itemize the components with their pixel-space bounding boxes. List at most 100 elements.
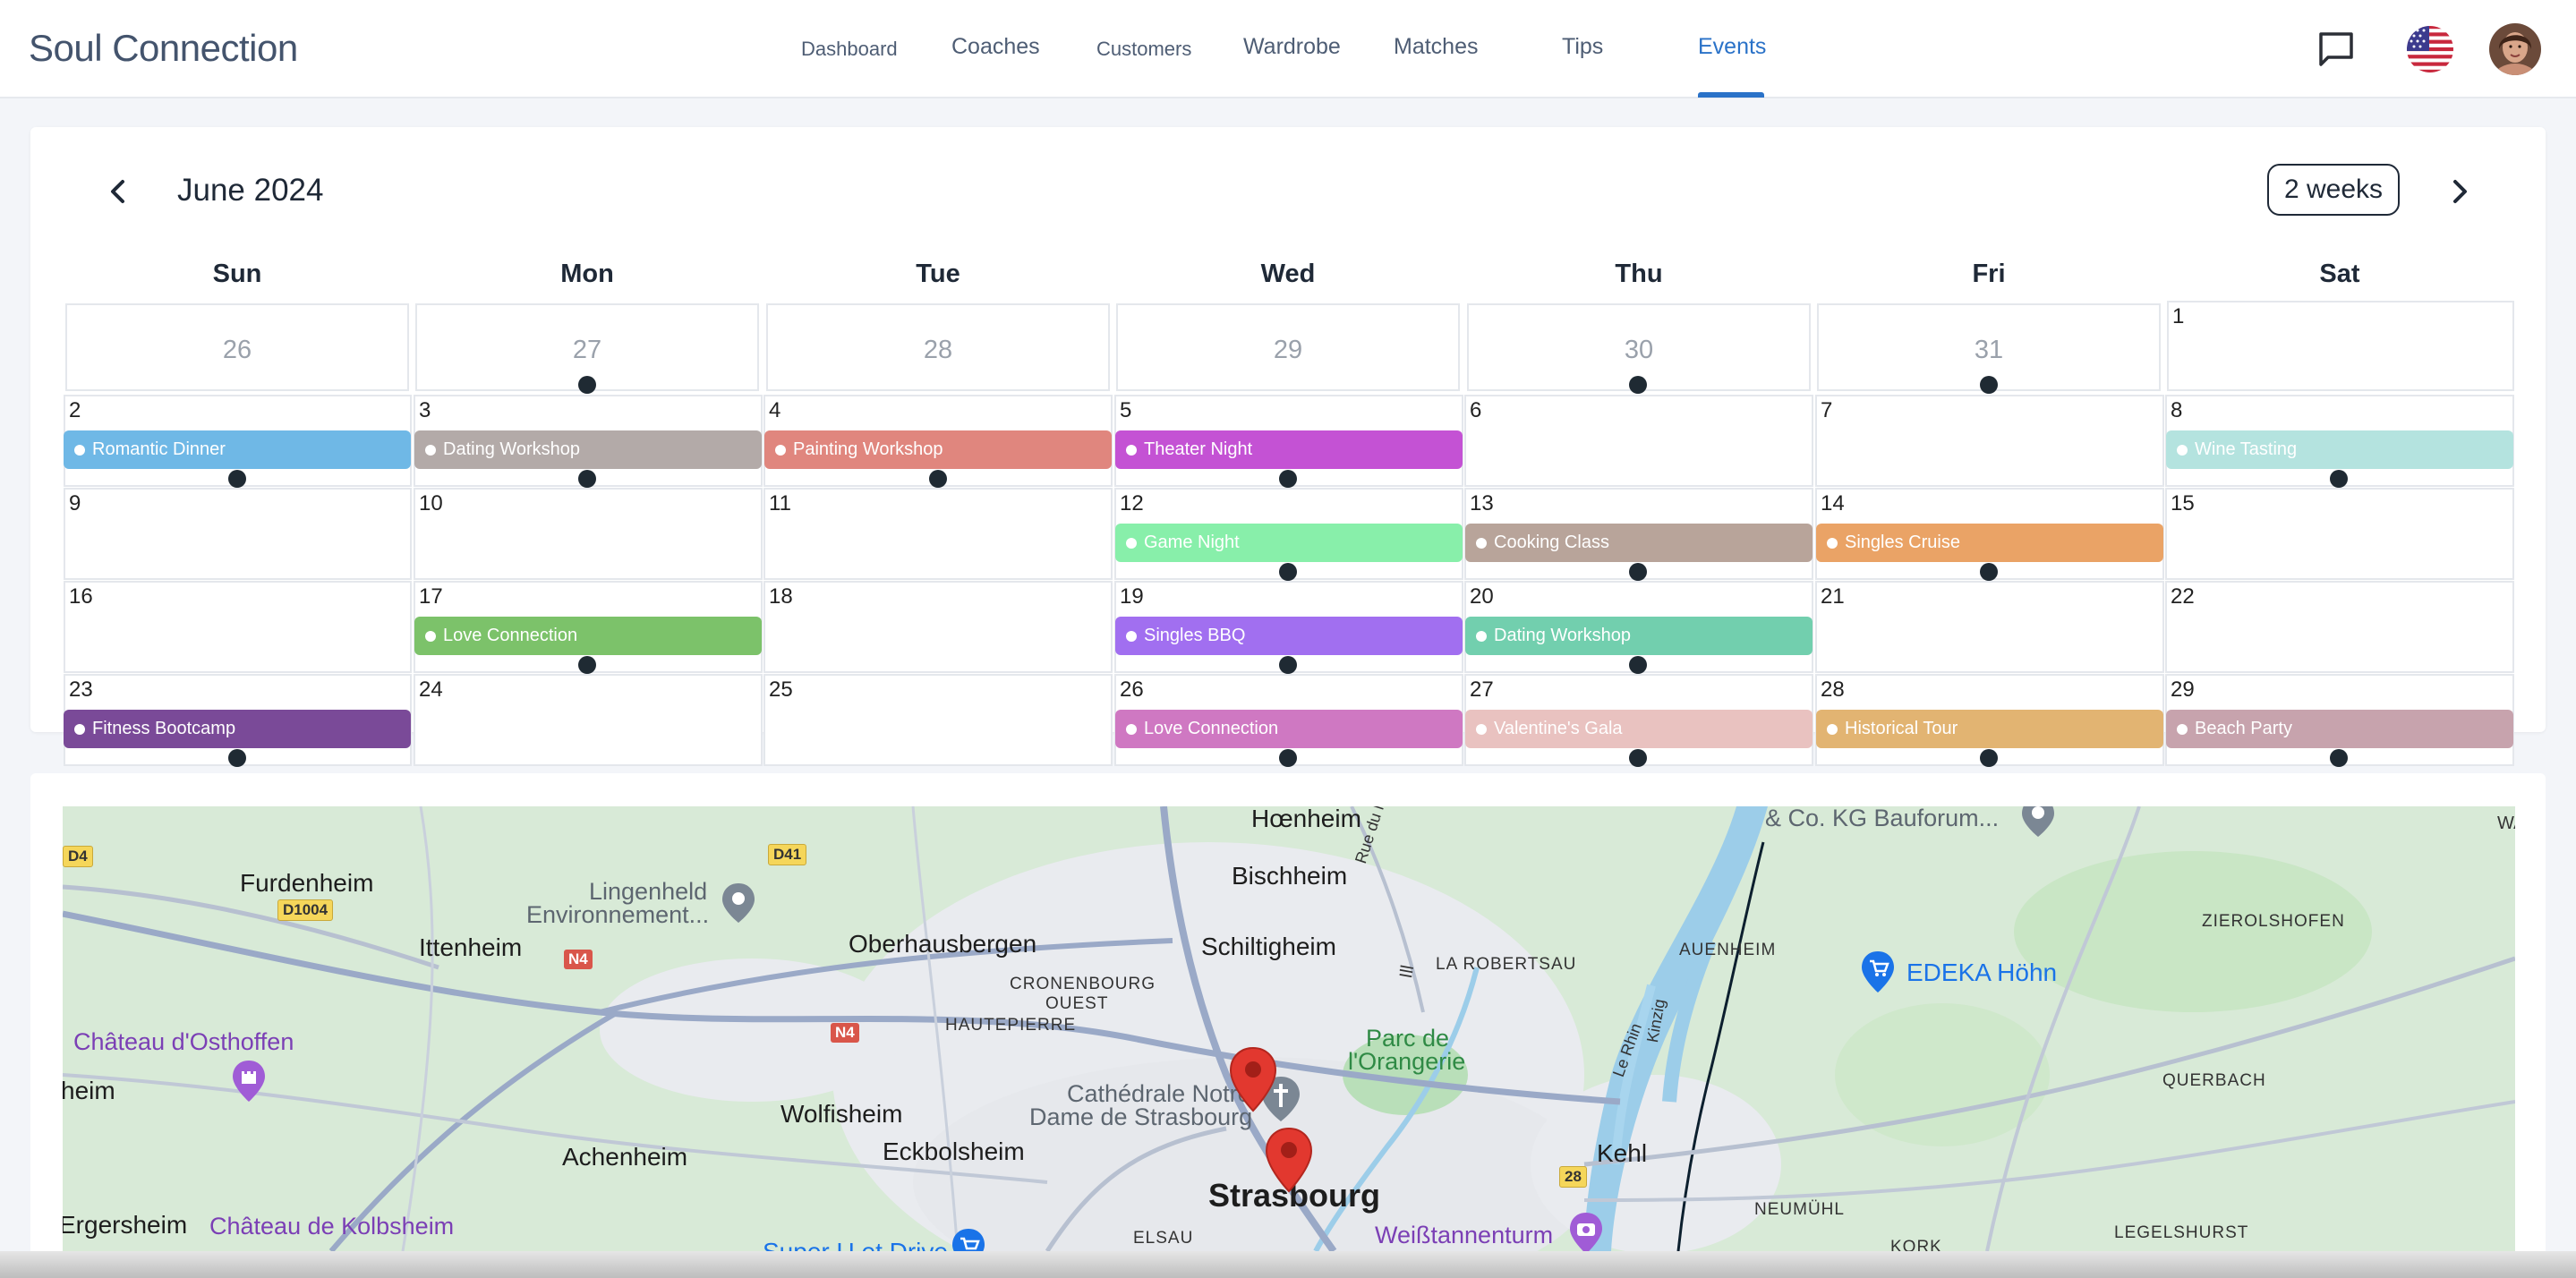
event-pill[interactable]: Valentine's Gala (1465, 710, 1813, 748)
day-number: 4 (769, 398, 781, 422)
event-pill[interactable]: Love Connection (1115, 710, 1463, 748)
event-pill[interactable]: Dating Workshop (414, 430, 762, 469)
day-number: 1 (2172, 304, 2185, 328)
event-pill[interactable]: Singles Cruise (1816, 524, 2163, 562)
event-pill[interactable]: Love Connection (414, 617, 762, 655)
event-pill[interactable]: Theater Night (1115, 430, 1463, 469)
event-indicator-dot (2330, 470, 2348, 488)
event-pill[interactable]: Game Night (1115, 524, 1463, 562)
event-indicator-dot (1980, 563, 1998, 581)
event-pill[interactable]: Wine Tasting (2166, 430, 2513, 469)
event-pill[interactable]: Cooking Class (1465, 524, 1813, 562)
calendar-day-cell[interactable]: 1 (2167, 301, 2514, 391)
weekday-header: Wed (1260, 260, 1316, 288)
calendar-day-cell[interactable]: 26 (65, 303, 409, 391)
event-map[interactable]: Hœnheim & Co. KG Bauforum... WA D4 Furde… (63, 806, 2515, 1251)
calendar-day-cell[interactable]: 15 (2165, 488, 2514, 580)
event-pill[interactable]: Painting Workshop (764, 430, 1112, 469)
avatar[interactable] (2488, 22, 2542, 76)
day-number: 22 (2171, 584, 2195, 609)
us-flag-icon[interactable] (2406, 25, 2454, 73)
map-label: Achenheim (562, 1143, 688, 1171)
shopping-cart-icon[interactable] (949, 1227, 988, 1251)
event-pill[interactable]: Dating Workshop (1465, 617, 1813, 655)
next-month-button[interactable] (2442, 174, 2478, 209)
map-label: Super U et Drive (763, 1238, 948, 1251)
event-indicator-dot (578, 470, 596, 488)
map-label: Dame de Strasbourg (1029, 1103, 1253, 1130)
castle-icon[interactable] (229, 1059, 269, 1105)
day-number: 7 (1821, 398, 1833, 422)
weekday-header: Thu (1615, 260, 1663, 288)
map-label: WA (2497, 814, 2515, 833)
day-number: 25 (769, 677, 793, 702)
event-marker-pin[interactable] (1228, 1046, 1278, 1112)
calendar-day-cell[interactable]: 10 (414, 488, 763, 580)
map-label: QUERBACH (2162, 1071, 2266, 1090)
chat-icon[interactable] (2316, 29, 2357, 70)
map-label: LEGELSHURST (2114, 1223, 2249, 1242)
map-label: ELSAU (1133, 1229, 1194, 1248)
map-label: CRONENBOURG (1010, 975, 1156, 993)
day-number: 3 (419, 398, 431, 422)
map-label: Weißtannenturm (1375, 1222, 1554, 1248)
event-indicator-dot (1629, 376, 1647, 394)
map-label: heim (63, 1077, 115, 1104)
nav-matches[interactable]: Matches (1394, 34, 1478, 60)
map-label: KORK (1890, 1238, 1942, 1251)
map-label: Ergersheim (63, 1211, 188, 1239)
nav-wardrobe[interactable]: Wardrobe (1243, 34, 1341, 60)
camera-icon[interactable] (1566, 1211, 1606, 1251)
view-mode-button[interactable]: 2 weeks (2267, 164, 2400, 216)
nav-dashboard[interactable]: Dashboard (801, 38, 898, 61)
map-label: l'Orangerie (1348, 1048, 1466, 1075)
day-number: 19 (1120, 584, 1144, 609)
event-pill[interactable]: Romantic Dinner (64, 430, 411, 469)
shopping-cart-icon[interactable] (1858, 950, 1898, 996)
road-badge: D1004 (277, 899, 334, 921)
calendar-day-cell[interactable]: 28 (766, 303, 1110, 391)
calendar-day-cell[interactable]: 25 (763, 674, 1113, 766)
day-number: 10 (419, 491, 443, 515)
prev-month-button[interactable] (100, 174, 136, 209)
event-pill[interactable]: Singles BBQ (1115, 617, 1463, 655)
day-number: 24 (419, 677, 443, 702)
road-badge: N4 (564, 950, 593, 969)
day-number: 5 (1120, 398, 1132, 422)
calendar-day-cell[interactable]: 6 (1464, 395, 1813, 487)
day-number: 13 (1470, 491, 1494, 515)
calendar-month-title: June 2024 (177, 173, 324, 208)
calendar-day-cell[interactable]: 9 (64, 488, 412, 580)
calendar-day-cell[interactable]: 18 (763, 581, 1113, 673)
map-label: Furdenheim (240, 869, 374, 897)
nav-coaches[interactable]: Coaches (951, 34, 1040, 60)
event-pill[interactable]: Historical Tour (1816, 710, 2163, 748)
calendar-day-cell[interactable]: 11 (763, 488, 1113, 580)
map-label: Ittenheim (419, 933, 523, 961)
calendar-day-cell[interactable]: 16 (64, 581, 412, 673)
map-label: EDEKA Höhn (1906, 958, 2058, 986)
map-poi-icon[interactable] (720, 882, 757, 926)
day-number: 27 (1470, 677, 1494, 702)
calendar-day-cell[interactable]: 21 (1815, 581, 2164, 673)
calendar-day-cell[interactable]: 24 (414, 674, 763, 766)
map-label: Hœnheim (1251, 806, 1361, 832)
day-number: 26 (1120, 677, 1144, 702)
event-marker-pin[interactable] (1264, 1127, 1314, 1193)
event-pill[interactable]: Fitness Bootcamp (64, 710, 411, 748)
nav-events[interactable]: Events (1698, 34, 1766, 60)
calendar-day-cell[interactable]: 29 (1116, 303, 1460, 391)
nav-customers[interactable]: Customers (1096, 38, 1191, 61)
calendar-day-cell[interactable]: 22 (2165, 581, 2514, 673)
event-pill[interactable]: Beach Party (2166, 710, 2513, 748)
map-label: ZIEROLSHOFEN (2202, 912, 2345, 931)
day-number: 2 (69, 398, 81, 422)
nav-tips[interactable]: Tips (1562, 34, 1603, 60)
brand-logo[interactable]: Soul Connection (29, 27, 298, 70)
map-poi-icon[interactable] (2019, 806, 2057, 840)
window-bottom-edge (0, 1251, 2576, 1278)
calendar-day-cell[interactable]: 7 (1815, 395, 2164, 487)
road-badge: D41 (768, 844, 807, 865)
day-number: 11 (769, 491, 791, 515)
day-number: 23 (69, 677, 93, 702)
